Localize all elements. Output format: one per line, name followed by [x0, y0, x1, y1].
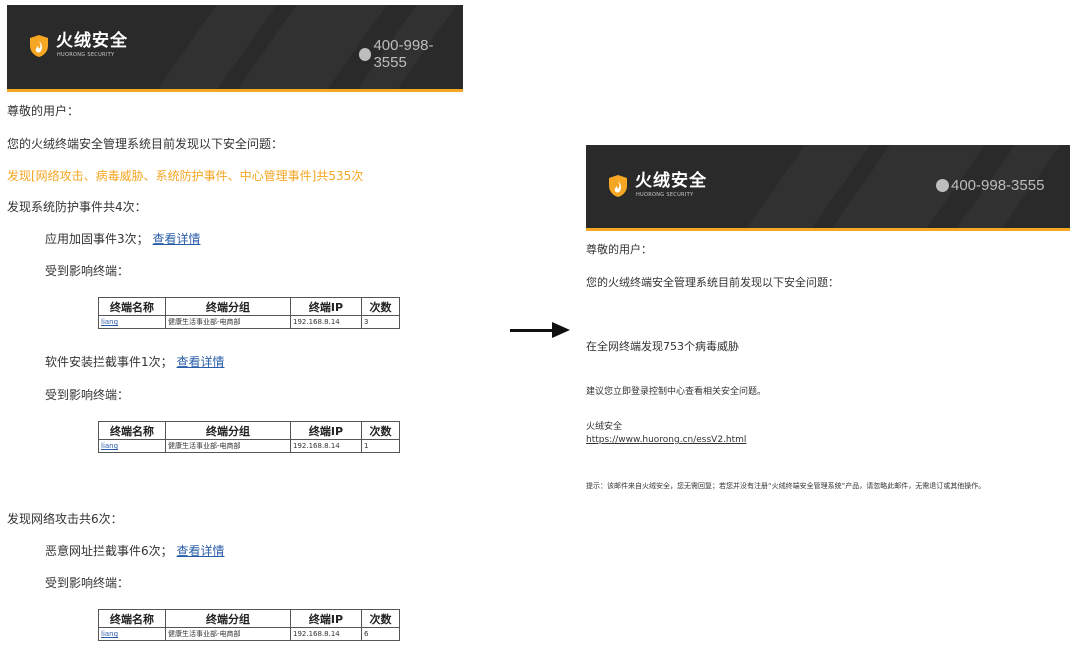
event-software-install-block: 软件安装拦截事件1次； 查看详情	[45, 353, 224, 370]
event-label: 软件安装拦截事件1次；	[45, 355, 173, 369]
phone-number: 400-998-3555	[951, 177, 1045, 194]
console-url-link[interactable]: https://www.huorong.cn/essV2.html	[586, 435, 746, 445]
phone-icon	[936, 179, 949, 192]
col-terminal-name: 终端名称	[98, 421, 166, 440]
notice-text: 提示：该邮件来自火绒安全，您无需回复；若您并没有注册“火绒终端安全管理系统”产品…	[586, 482, 986, 490]
event-label: 恶意网址拦截事件6次；	[45, 544, 173, 558]
terminal-table-3: 终端名称 终端分组 终端IP 次数 liang 健康生活事业部-电商部 192.…	[98, 609, 400, 641]
terminal-table-1: 终端名称 终端分组 终端IP 次数 liang 健康生活事业部-电商部 192.…	[98, 297, 400, 329]
left-phone: 400-998-3555	[359, 37, 463, 71]
view-details-link[interactable]: 查看详情	[176, 544, 224, 558]
col-terminal-group: 终端分组	[165, 609, 291, 628]
terminal-name-link[interactable]: liang	[98, 315, 166, 329]
virus-alert-text: 在全网终端发现753个病毒威胁	[586, 340, 739, 353]
suggestion-text: 建议您立即登录控制中心查看相关安全问题。	[586, 387, 767, 397]
left-logo: 火绒安全 HUORONG SECURITY	[29, 33, 128, 58]
logo-name: 火绒安全	[635, 171, 707, 191]
greeting: 尊敬的用户：	[586, 243, 652, 256]
affected-terminals-label: 受到影响终端：	[45, 264, 130, 278]
table-row: liang 健康生活事业部-电商部 192.168.8.14 3	[98, 315, 400, 329]
terminal-name-link[interactable]: liang	[98, 627, 166, 641]
event-count: 6	[361, 627, 400, 641]
logo-name: 火绒安全	[56, 31, 128, 51]
intro-text: 您的火绒终端安全管理系统目前发现以下安全问题：	[586, 276, 839, 289]
shield-logo-icon	[30, 34, 48, 57]
affected-terminals-label: 受到影响终端：	[45, 576, 130, 590]
col-terminal-name: 终端名称	[98, 609, 166, 628]
event-count: 3	[361, 315, 400, 329]
network-attack-section: 发现网络攻击共6次：	[7, 512, 123, 526]
event-count: 1	[361, 439, 400, 453]
terminal-name-link[interactable]: liang	[98, 439, 166, 453]
left-email-header: 火绒安全 HUORONG SECURITY 400-998-3555	[7, 5, 463, 92]
col-terminal-ip: 终端IP	[290, 421, 362, 440]
system-protection-section: 发现系统防护事件共4次：	[7, 200, 147, 214]
summary-text: 发现[网络攻击、病毒威胁、系统防护事件、中心管理事件]共535次	[7, 169, 364, 183]
event-app-hardening: 应用加固事件3次； 查看详情	[45, 230, 200, 247]
phone-icon	[359, 47, 372, 61]
col-terminal-ip: 终端IP	[290, 297, 362, 316]
terminal-group: 健康生活事业部-电商部	[165, 439, 291, 453]
col-count: 次数	[361, 297, 400, 316]
terminal-ip: 192.168.8.14	[290, 315, 362, 329]
col-terminal-group: 终端分组	[165, 421, 291, 440]
col-count: 次数	[361, 421, 400, 440]
signature: 火绒安全	[586, 422, 623, 432]
intro-text: 您的火绒终端安全管理系统目前发现以下安全问题：	[7, 137, 284, 151]
right-logo: 火绒安全 HUORONG SECURITY	[608, 173, 707, 198]
affected-terminals-label: 受到影响终端：	[45, 388, 130, 402]
right-email-header: 火绒安全 HUORONG SECURITY 400-998-3555	[586, 145, 1070, 231]
phone-number: 400-998-3555	[373, 37, 434, 71]
terminal-ip: 192.168.8.14	[290, 627, 362, 641]
logo-subtitle: HUORONG SECURITY	[57, 52, 115, 58]
view-details-link[interactable]: 查看详情	[152, 232, 200, 246]
shield-logo-icon	[609, 174, 627, 197]
right-phone: 400-998-3555	[936, 177, 1044, 194]
table-row: liang 健康生活事业部-电商部 192.168.8.14 1	[98, 439, 400, 453]
col-count: 次数	[361, 609, 400, 628]
terminal-group: 健康生活事业部-电商部	[165, 315, 291, 329]
terminal-group: 健康生活事业部-电商部	[165, 627, 291, 641]
event-malicious-url-block: 恶意网址拦截事件6次； 查看详情	[45, 542, 224, 559]
table-row: liang 健康生活事业部-电商部 192.168.8.14 6	[98, 627, 400, 641]
logo-subtitle: HUORONG SECURITY	[636, 192, 694, 198]
col-terminal-group: 终端分组	[165, 297, 291, 316]
terminal-table-2: 终端名称 终端分组 终端IP 次数 liang 健康生活事业部-电商部 192.…	[98, 421, 400, 453]
event-label: 应用加固事件3次；	[45, 232, 149, 246]
col-terminal-name: 终端名称	[98, 297, 166, 316]
greeting: 尊敬的用户：	[7, 104, 80, 118]
terminal-ip: 192.168.8.14	[290, 439, 362, 453]
col-terminal-ip: 终端IP	[290, 609, 362, 628]
view-details-link[interactable]: 查看详情	[176, 355, 224, 369]
